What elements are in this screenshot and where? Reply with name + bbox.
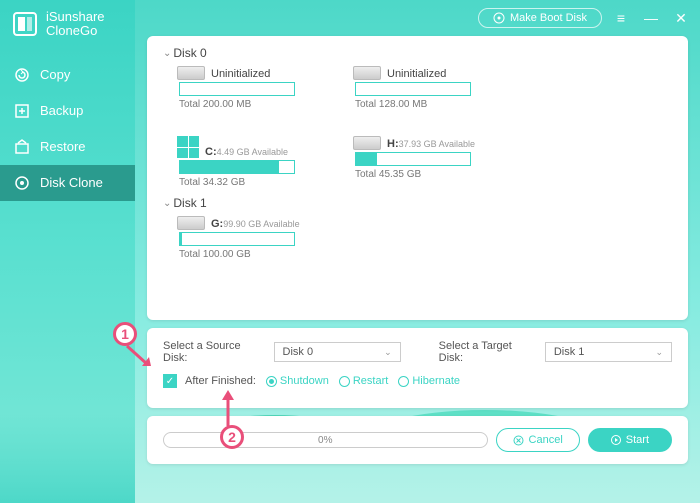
partition-uninit-0[interactable]: Uninitialized Total 200.00 MB xyxy=(177,66,327,110)
backup-icon xyxy=(14,103,30,119)
app-logo: iSunshare CloneGo xyxy=(0,0,135,57)
disk-clone-icon xyxy=(14,175,30,191)
progress-bar: 0% xyxy=(163,432,488,448)
partition-h[interactable]: H:37.93 GB Available Total 45.35 GB xyxy=(353,136,503,188)
minimize-button[interactable]: — xyxy=(640,7,662,29)
drive-icon xyxy=(353,136,381,150)
disk-list-panel: ⌄ Disk 0 Uninitialized Total 200.00 MB U… xyxy=(147,36,688,320)
app-name-2: CloneGo xyxy=(46,24,105,38)
make-boot-disk-button[interactable]: Make Boot Disk xyxy=(478,8,602,28)
chevron-down-icon: ⌄ xyxy=(163,48,171,59)
restore-icon xyxy=(14,139,30,155)
annotation-callout-2: 2 xyxy=(220,425,244,449)
chevron-down-icon: ⌄ xyxy=(655,347,663,358)
radio-restart[interactable]: Restart xyxy=(339,375,388,387)
start-button[interactable]: Start xyxy=(588,428,672,452)
usage-bar xyxy=(355,152,471,166)
drive-icon xyxy=(177,216,205,230)
annotation-arrow-2 xyxy=(217,388,239,428)
nav-backup[interactable]: Backup xyxy=(0,93,135,129)
target-disk-select[interactable]: Disk 1 ⌄ xyxy=(545,342,672,362)
annotation-callout-1: 1 xyxy=(113,322,137,346)
after-finished-label: After Finished: xyxy=(185,375,256,387)
menu-button[interactable]: ≡ xyxy=(610,7,632,29)
partition-c[interactable]: C:4.49 GB Available Total 34.32 GB xyxy=(177,136,327,188)
disk-1-title: Disk 1 xyxy=(173,196,206,210)
disc-icon xyxy=(493,12,505,24)
nav-restore-label: Restore xyxy=(40,139,86,154)
nav-copy[interactable]: Copy xyxy=(0,57,135,93)
usage-bar xyxy=(179,232,295,246)
usage-bar xyxy=(179,82,295,96)
chevron-down-icon: ⌄ xyxy=(163,198,171,209)
make-boot-label: Make Boot Disk xyxy=(510,12,587,24)
source-disk-select[interactable]: Disk 0 ⌄ xyxy=(274,342,401,362)
radio-shutdown[interactable]: Shutdown xyxy=(266,375,329,387)
nav-disk-clone[interactable]: Disk Clone xyxy=(0,165,135,201)
annotation-arrow-1 xyxy=(125,344,155,370)
play-icon xyxy=(611,435,621,445)
drive-icon xyxy=(177,66,205,80)
after-finished-checkbox[interactable]: ✓ xyxy=(163,374,177,388)
usage-bar xyxy=(355,82,471,96)
app-name-1: iSunshare xyxy=(46,10,105,24)
cancel-button[interactable]: Cancel xyxy=(496,428,580,452)
cancel-icon xyxy=(513,435,524,446)
disk-0-header[interactable]: ⌄ Disk 0 xyxy=(163,46,672,60)
drive-icon xyxy=(353,66,381,80)
nav-copy-label: Copy xyxy=(40,67,70,82)
nav-backup-label: Backup xyxy=(40,103,83,118)
sidebar: iSunshare CloneGo Copy Backup Restore Di… xyxy=(0,0,135,503)
chevron-down-icon: ⌄ xyxy=(384,347,392,358)
close-button[interactable]: ✕ xyxy=(670,7,692,29)
partition-g[interactable]: G:99.90 GB Available Total 100.00 GB xyxy=(177,216,327,260)
nav-restore[interactable]: Restore xyxy=(0,129,135,165)
logo-icon xyxy=(12,11,38,37)
titlebar: Make Boot Disk ≡ — ✕ xyxy=(135,0,700,36)
target-disk-label: Select a Target Disk: xyxy=(439,340,537,364)
source-disk-label: Select a Source Disk: xyxy=(163,340,266,364)
radio-hibernate[interactable]: Hibernate xyxy=(398,375,460,387)
usage-bar xyxy=(179,160,295,174)
nav-disk-clone-label: Disk Clone xyxy=(40,175,103,190)
partition-uninit-1[interactable]: Uninitialized Total 128.00 MB xyxy=(353,66,503,110)
disk-0-title: Disk 0 xyxy=(173,46,206,60)
disk-1-header[interactable]: ⌄ Disk 1 xyxy=(163,196,672,210)
copy-icon xyxy=(14,67,30,83)
windows-icon xyxy=(177,136,199,158)
